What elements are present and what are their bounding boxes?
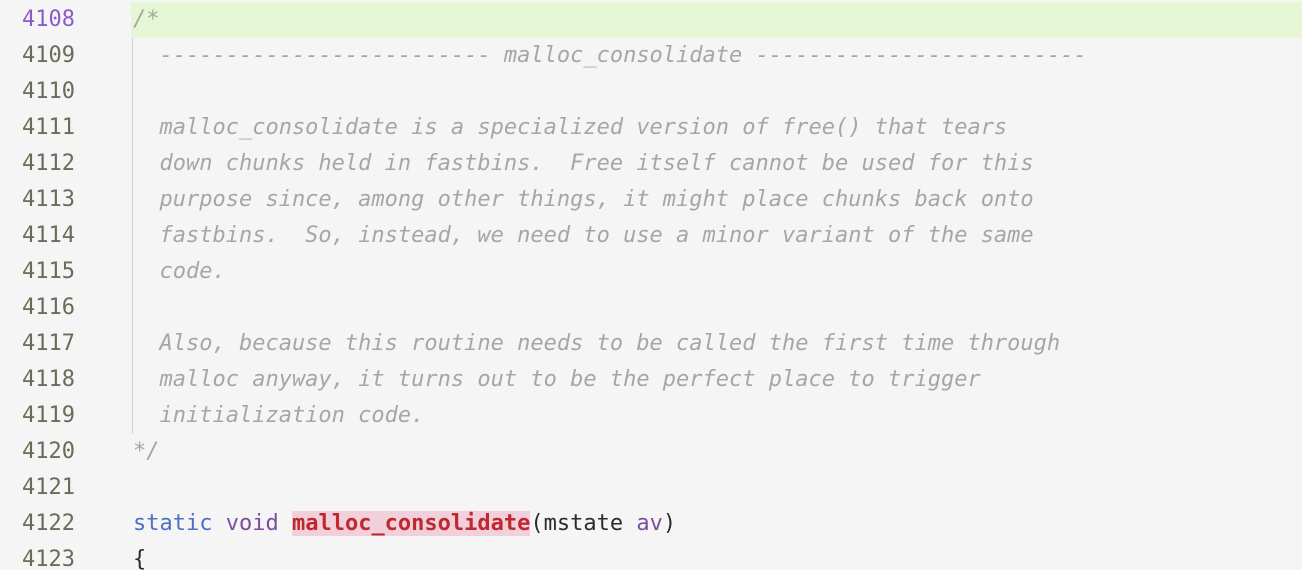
line-number[interactable]: 4111 xyxy=(0,110,82,146)
code-line-4113[interactable]: 4113 purpose since, among other things, … xyxy=(0,182,1302,218)
line-number[interactable]: 4120 xyxy=(0,434,82,470)
function-signature: static void malloc_consolidate(mstate av… xyxy=(133,506,676,542)
line-number[interactable]: 4117 xyxy=(0,326,82,362)
line-number[interactable]: 4116 xyxy=(0,290,82,326)
keyword-void: void xyxy=(225,511,279,536)
line-number[interactable]: 4122 xyxy=(0,506,82,542)
paren-close: ) xyxy=(662,511,677,536)
comment-text: /* xyxy=(133,7,160,32)
line-number[interactable]: 4110 xyxy=(0,74,82,110)
comment-text: initialization code. xyxy=(133,403,425,428)
line-number[interactable]: 4121 xyxy=(0,470,82,506)
comment-text: */ xyxy=(133,439,160,464)
keyword-static: static xyxy=(133,511,213,536)
code-editor[interactable]: 4108 /* 4109 ------------------------- m… xyxy=(0,0,1302,570)
comment-text: code. xyxy=(133,259,226,284)
comment-text: malloc anyway, it turns out to be the pe… xyxy=(133,367,981,392)
line-number[interactable]: 4114 xyxy=(0,218,82,254)
code-line-4112[interactable]: 4112 down chunks held in fastbins. Free … xyxy=(0,146,1302,182)
code-line-4111[interactable]: 4111 malloc_consolidate is a specialized… xyxy=(0,110,1302,146)
comment-text: malloc_consolidate is a specialized vers… xyxy=(133,115,1008,140)
code-line-4109[interactable]: 4109 ------------------------- malloc_co… xyxy=(0,38,1302,74)
code-line-4117[interactable]: 4117 Also, because this routine needs to… xyxy=(0,326,1302,362)
code-line-4116[interactable]: 4116 xyxy=(0,290,1302,326)
param-type: mstate xyxy=(543,511,624,536)
code-line-4120[interactable]: 4120 */ xyxy=(0,434,1302,470)
line-number[interactable]: 4112 xyxy=(0,146,82,182)
function-name-highlight[interactable]: malloc_consolidate xyxy=(291,511,531,536)
comment-text: fastbins. So, instead, we need to use a … xyxy=(133,223,1034,248)
paren-open: ( xyxy=(530,511,544,536)
code-text: { xyxy=(133,547,147,570)
line-number[interactable]: 4113 xyxy=(0,182,82,218)
comment-text: purpose since, among other things, it mi… xyxy=(133,187,1034,212)
line-number[interactable]: 4123 xyxy=(0,542,82,570)
code-line-4123[interactable]: 4123 { xyxy=(0,542,1302,570)
code-line-4115[interactable]: 4115 code. xyxy=(0,254,1302,290)
line-number[interactable]: 4108 xyxy=(0,2,82,38)
line-number[interactable]: 4118 xyxy=(0,362,82,398)
comment-text: ------------------------- malloc_consoli… xyxy=(133,43,1087,68)
code-line-4121[interactable]: 4121 xyxy=(0,470,1302,506)
param-name: av xyxy=(636,511,663,536)
line-number[interactable]: 4119 xyxy=(0,398,82,434)
code-line-4118[interactable]: 4118 malloc anyway, it turns out to be t… xyxy=(0,362,1302,398)
line-number[interactable]: 4109 xyxy=(0,38,82,74)
line-number[interactable]: 4115 xyxy=(0,254,82,290)
code-line-4114[interactable]: 4114 fastbins. So, instead, we need to u… xyxy=(0,218,1302,254)
comment-text: Also, because this routine needs to be c… xyxy=(133,331,1061,356)
code-line-4119[interactable]: 4119 initialization code. xyxy=(0,398,1302,434)
comment-text: down chunks held in fastbins. Free itsel… xyxy=(133,151,1034,176)
code-line-4110[interactable]: 4110 xyxy=(0,74,1302,110)
code-line-4122[interactable]: 4122 static void malloc_consolidate(msta… xyxy=(0,506,1302,542)
code-line-4108[interactable]: 4108 /* xyxy=(0,2,1302,38)
